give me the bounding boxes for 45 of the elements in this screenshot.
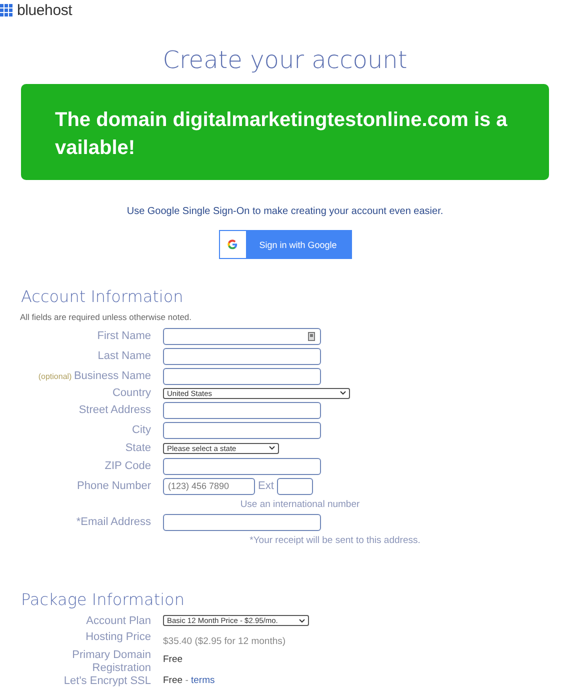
caret-icon bbox=[340, 391, 346, 395]
input-field[interactable] bbox=[163, 328, 321, 344]
price-text: $35.40 ($2.95 for 12 months) bbox=[163, 636, 286, 647]
hint-text: Use an international number bbox=[239, 498, 361, 510]
phone-field[interactable]: (123) 456 7890 bbox=[163, 478, 255, 494]
field-label: Street Address bbox=[78, 404, 151, 416]
google-sign-in-button[interactable]: Sign in with Google bbox=[218, 230, 352, 259]
logo-icon bbox=[0, 4, 13, 16]
input-field[interactable] bbox=[163, 458, 321, 474]
field-label: Phone Number bbox=[76, 480, 151, 492]
caret-icon bbox=[269, 446, 275, 450]
page-title: Create your account bbox=[162, 46, 408, 74]
logo-text: bluehost bbox=[17, 2, 72, 18]
banner-message: The domain digitalmarketingtestonline.com is available! bbox=[55, 108, 508, 161]
extension-field[interactable] bbox=[276, 478, 313, 494]
value-text: Free bbox=[163, 675, 183, 686]
field-label: Last Name bbox=[96, 350, 151, 362]
autofill-icon[interactable] bbox=[308, 332, 315, 340]
field-label: Primary Domain Registration bbox=[71, 649, 151, 675]
terms-link[interactable]: terms bbox=[191, 675, 215, 686]
field-label: *Email Address bbox=[75, 516, 151, 528]
field-label: State bbox=[124, 442, 151, 454]
field-label: City bbox=[131, 424, 151, 436]
separator-text: - bbox=[184, 675, 190, 686]
field-label: Account Plan bbox=[85, 615, 151, 628]
google-icon bbox=[227, 239, 238, 250]
caret-icon bbox=[299, 618, 305, 622]
field-label: Let's Encrypt SSL bbox=[62, 675, 151, 688]
field-label: First Name bbox=[96, 330, 151, 342]
hint-text: *Your receipt will be sent to this address. bbox=[248, 534, 422, 546]
field-label: ZIP Code bbox=[104, 460, 151, 472]
input-field[interactable] bbox=[163, 514, 321, 530]
sso-prompt: Use Google Single Sign-On to make creating your account even easier. bbox=[126, 206, 444, 217]
field-label: (optional) Business Name bbox=[37, 370, 151, 382]
value-text: Free bbox=[163, 654, 183, 665]
field-label: Country bbox=[111, 386, 151, 400]
field-label: Ext bbox=[258, 480, 274, 492]
field-label: Hosting Price bbox=[84, 631, 151, 644]
input-field[interactable] bbox=[163, 402, 321, 418]
required-note: All fields are required unless otherwise noted. bbox=[20, 312, 193, 322]
section-heading: Package Information bbox=[21, 590, 186, 609]
section-heading: Account Information bbox=[21, 287, 184, 306]
input-field[interactable] bbox=[163, 368, 321, 384]
input-field[interactable] bbox=[163, 348, 321, 364]
input-field[interactable] bbox=[163, 422, 321, 438]
